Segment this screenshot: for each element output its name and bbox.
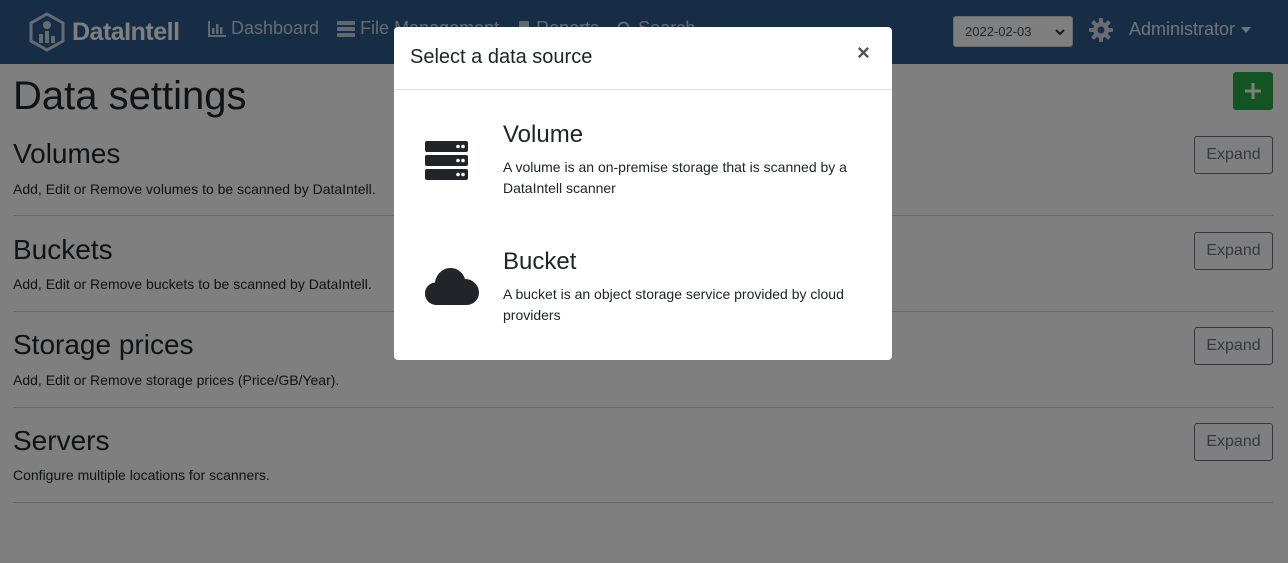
source-volume[interactable]: Volume A volume is an on-premise storage… [394, 121, 892, 211]
source-volume-description: A volume is an on-premise storage that i… [503, 159, 847, 196]
source-bucket-description: A bucket is an object storage service pr… [503, 286, 844, 323]
source-bucket-name: Bucket [503, 248, 577, 275]
cloud-icon [425, 268, 479, 305]
source-bucket[interactable]: Bucket A bucket is an object storage ser… [394, 248, 892, 338]
data-source-modal: Select a data source × Volume A volume i… [394, 27, 892, 360]
server-icon [425, 141, 468, 180]
close-icon[interactable]: × [857, 42, 870, 64]
modal-title: Select a data source [410, 46, 593, 68]
modal-header: Select a data source × [394, 27, 892, 90]
source-volume-name: Volume [503, 121, 584, 148]
